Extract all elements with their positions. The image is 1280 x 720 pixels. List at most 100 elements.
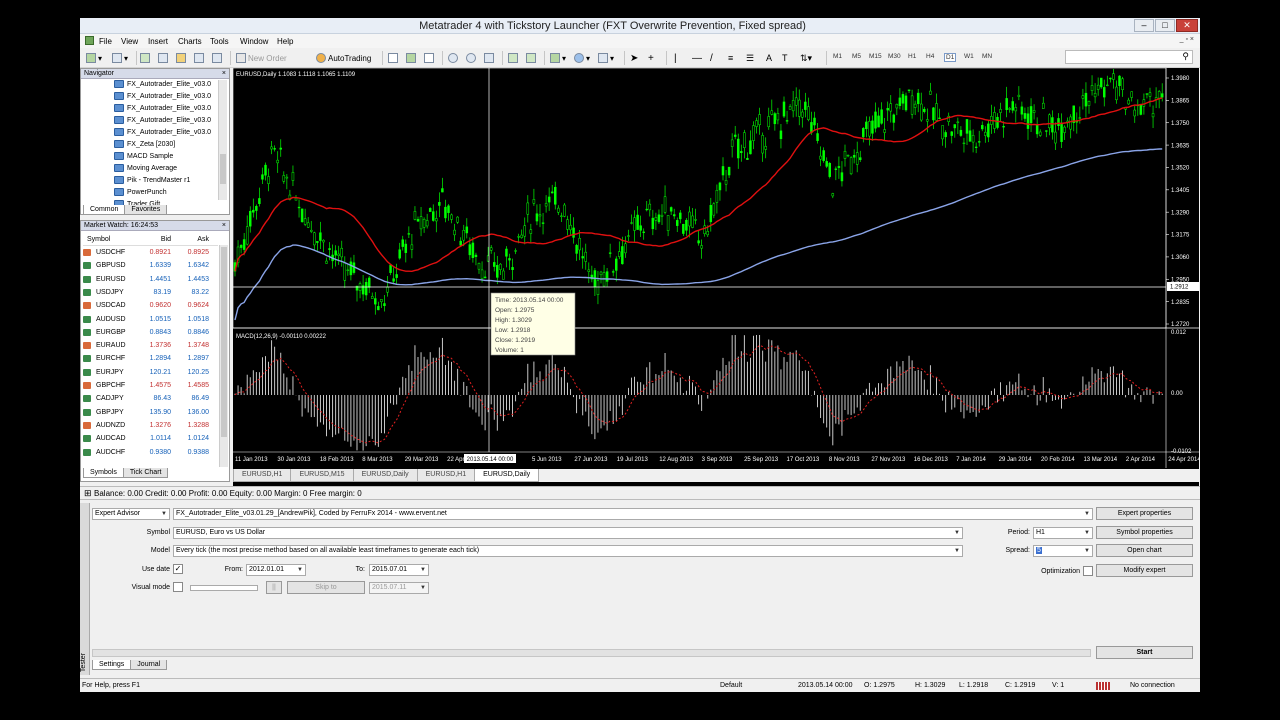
market-watch-row[interactable]: GBPJPY 135.90 136.00 <box>83 406 218 419</box>
tab-settings[interactable]: Settings <box>92 660 132 670</box>
text-icon[interactable]: A <box>766 51 772 65</box>
market-watch-row[interactable]: EURGBP 0.8843 0.8846 <box>83 326 218 339</box>
menu-view[interactable]: View <box>121 37 138 46</box>
menu-tools[interactable]: Tools <box>210 37 229 46</box>
cursor-icon[interactable]: ➤ <box>630 51 638 65</box>
autotrading-button[interactable]: AutoTrading <box>316 51 371 65</box>
tab-symbols[interactable]: Symbols <box>83 468 124 478</box>
model-select[interactable]: Every tick (the most precise method base… <box>173 545 963 557</box>
tab-journal[interactable]: Journal <box>130 660 168 670</box>
chart-tab[interactable]: EURUSD,Daily <box>474 469 540 482</box>
chart-tab[interactable]: EURUSD,M15 <box>290 469 354 482</box>
navigator-item[interactable]: FX_Zeta [2030] <box>114 140 175 148</box>
chart-tab[interactable]: EURUSD,H1 <box>233 469 292 482</box>
start-button[interactable]: Start <box>1096 646 1193 659</box>
skip-to-button[interactable]: Skip to <box>287 581 365 594</box>
tab-common[interactable]: Common <box>83 205 126 215</box>
fibonacci-icon[interactable]: ☰ <box>746 51 754 65</box>
timeframe-h1[interactable]: H1 <box>908 53 916 60</box>
market-watch-icon[interactable] <box>140 51 152 65</box>
new-order-button[interactable]: New Order <box>236 51 287 65</box>
market-watch-row[interactable]: CADJPY 86.43 86.49 <box>83 392 218 405</box>
market-watch-row[interactable]: AUDUSD 1.0515 1.0518 <box>83 313 218 326</box>
templates-icon[interactable]: ▾ <box>598 51 614 65</box>
market-watch-row[interactable]: USDCHF 0.8921 0.8925 <box>83 246 218 259</box>
timeframe-h4[interactable]: H4 <box>926 53 934 60</box>
pause-button[interactable]: || <box>266 581 282 594</box>
visual-speed-slider[interactable] <box>190 585 258 591</box>
navigator-item[interactable]: FX_Autotrader_Elite_v03.0 <box>114 80 211 88</box>
menu-help[interactable]: Help <box>277 37 293 46</box>
navigator-item[interactable]: PowerPunch <box>114 188 167 196</box>
menu-file[interactable]: File <box>99 37 112 46</box>
new-chart-icon[interactable]: ▾ <box>86 51 102 65</box>
menu-charts[interactable]: Charts <box>178 37 202 46</box>
navigator-item[interactable]: MACD Sample <box>114 152 173 160</box>
optimization-checkbox[interactable] <box>1083 566 1093 576</box>
open-chart-button[interactable]: Open chart <box>1096 544 1193 557</box>
skip-date-input[interactable]: 2015.07.11 ▼ <box>369 582 429 594</box>
chart-shift-icon[interactable] <box>526 51 538 65</box>
market-watch-row[interactable]: AUDNZD 1.3276 1.3288 <box>83 419 218 432</box>
from-date-input[interactable]: 2012.01.01 ▼ <box>246 564 306 576</box>
col-symbol[interactable]: Symbol <box>83 236 133 243</box>
navigator-item[interactable]: Pik - TrendMaster r1 <box>114 176 190 184</box>
market-watch-row[interactable]: USDCAD 0.9620 0.9624 <box>83 299 218 312</box>
spread-select[interactable]: 5 ▼ <box>1033 545 1093 557</box>
close-icon[interactable]: × <box>222 221 226 231</box>
text-label-icon[interactable]: T <box>782 51 788 65</box>
timeframe-m1[interactable]: M1 <box>833 53 842 60</box>
menu-insert[interactable]: Insert <box>148 37 168 46</box>
arrows-icon[interactable]: ⇅▾ <box>800 51 812 65</box>
expert-properties-button[interactable]: Expert properties <box>1096 507 1193 520</box>
use-date-checkbox[interactable]: ✓ <box>173 564 183 574</box>
tab-tick-chart[interactable]: Tick Chart <box>122 468 169 478</box>
chart-canvas[interactable]: 1.3980 1.3865 1.3750 1.3635 1.3520 1.3405 1.32… <box>232 67 1200 469</box>
modify-expert-button[interactable]: Modify expert <box>1096 564 1193 577</box>
search-icon[interactable]: ⚲ <box>1182 51 1189 62</box>
tab-favorites[interactable]: Favorites <box>124 205 168 215</box>
zoom-in-icon[interactable] <box>448 51 460 65</box>
bar-chart-icon[interactable] <box>388 51 400 65</box>
market-watch-row[interactable]: AUDCAD 1.0114 1.0124 <box>83 432 218 445</box>
tester-icon[interactable] <box>212 51 224 65</box>
col-bid[interactable]: Bid <box>133 236 171 243</box>
market-watch-row[interactable]: AUDCHF 0.9380 0.9388 <box>83 446 218 459</box>
chart-tab[interactable]: EURUSD,Daily <box>352 469 418 482</box>
timeframe-m30[interactable]: M30 <box>888 53 901 60</box>
navigator-item[interactable]: Moving Average <box>114 164 177 172</box>
candlestick-icon[interactable] <box>406 51 418 65</box>
auto-scroll-icon[interactable] <box>508 51 520 65</box>
mdi-controls-icon[interactable]: _ ▫ × <box>1180 36 1194 43</box>
market-watch-row[interactable]: GBPUSD 1.6339 1.6342 <box>83 259 218 272</box>
navigator-item[interactable]: FX_Autotrader_Elite_v03.0 <box>114 116 211 124</box>
expert-select[interactable]: FX_Autotrader_Elite_v03.01.29_[AndrewPik… <box>173 508 1093 520</box>
tester-mode-select[interactable]: Expert Advisor ▼ <box>92 508 170 520</box>
timeframe-m15[interactable]: M15 <box>869 53 882 60</box>
minimize-icon[interactable]: – <box>1134 19 1154 32</box>
maximize-icon[interactable]: □ <box>1155 19 1175 32</box>
zoom-out-icon[interactable] <box>466 51 478 65</box>
symbol-properties-button[interactable]: Symbol properties <box>1096 526 1193 539</box>
price-chart[interactable]: 1.3980 1.3865 1.3750 1.3635 1.3520 1.3405 1.32… <box>232 67 1200 486</box>
trendline-icon[interactable]: / <box>710 51 713 65</box>
vertical-line-icon[interactable]: | <box>674 51 677 65</box>
timeframe-d1[interactable]: D1 <box>944 53 957 62</box>
market-watch-row[interactable]: EURCHF 1.2894 1.2897 <box>83 352 218 365</box>
col-ask[interactable]: Ask <box>171 236 209 243</box>
navigator-item[interactable]: FX_Autotrader_Elite_v03.0 <box>114 104 211 112</box>
visual-mode-checkbox[interactable] <box>173 582 183 592</box>
navigator-item[interactable]: FX_Autotrader_Elite_v03.0 <box>114 128 211 136</box>
market-watch-scrollbar[interactable] <box>219 245 228 467</box>
navigator-item[interactable]: FX_Autotrader_Elite_v03.0 <box>114 92 211 100</box>
close-icon[interactable]: × <box>222 69 226 79</box>
navigator-icon[interactable] <box>176 51 188 65</box>
menu-window[interactable]: Window <box>240 37 268 46</box>
period-select[interactable]: H1 ▼ <box>1033 527 1093 539</box>
market-watch-row[interactable]: EURJPY 120.21 120.25 <box>83 366 218 379</box>
search-input[interactable]: ⚲ <box>1065 50 1193 64</box>
timeframe-w1[interactable]: W1 <box>964 53 974 60</box>
equidistant-channel-icon[interactable]: ≡ <box>728 51 733 65</box>
market-watch-row[interactable]: USDJPY 83.19 83.22 <box>83 286 218 299</box>
line-chart-icon[interactable] <box>424 51 436 65</box>
